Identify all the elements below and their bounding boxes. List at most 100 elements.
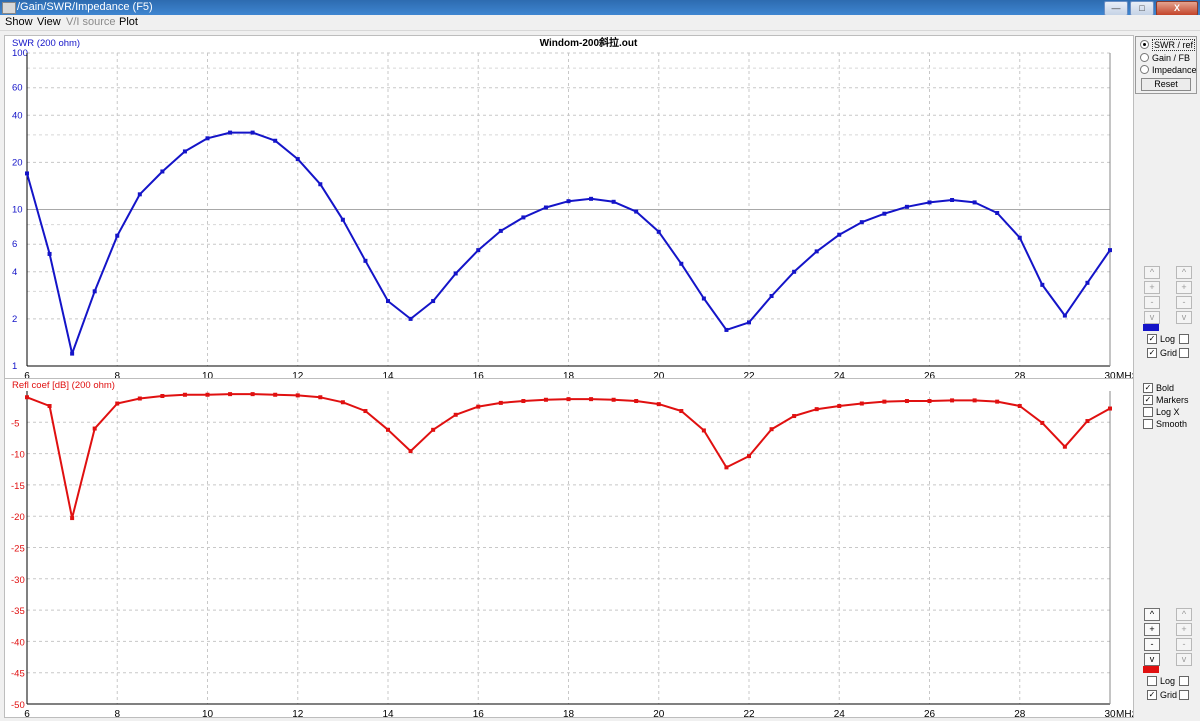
data-point <box>137 396 142 401</box>
maximize-button[interactable]: □ <box>1130 1 1154 16</box>
app-icon <box>2 2 16 14</box>
top-scale-plus-left[interactable]: + <box>1144 281 1160 294</box>
radio-impedance[interactable]: Impedance <box>1140 65 1197 76</box>
x-tick-label: 28 <box>1014 371 1026 378</box>
window-title: /Gain/SWR/Impedance (F5) <box>17 1 153 13</box>
data-point <box>566 199 571 204</box>
bottom-scale-minus-right[interactable]: - <box>1176 638 1192 651</box>
y-tick-label: 60 <box>12 83 23 94</box>
data-point <box>747 320 751 325</box>
top-scale-minus-right[interactable]: - <box>1176 296 1192 309</box>
x-tick-label: 8 <box>114 709 120 717</box>
top-scale-minus-left[interactable]: - <box>1144 296 1160 309</box>
x-tick-label: 20 <box>653 371 665 378</box>
data-point <box>904 399 909 404</box>
x-tick-label: 30 <box>1104 709 1116 717</box>
top-scale-down-left[interactable]: v <box>1144 311 1160 324</box>
swr-color-swatch[interactable] <box>1143 324 1159 331</box>
data-point <box>1062 444 1067 449</box>
x-tick-label: 22 <box>743 371 755 378</box>
mode-radio-group: SWR / ref Gain / FB Impedance Reset <box>1135 36 1197 94</box>
menu-show[interactable]: Show <box>5 15 33 30</box>
swr-plot-panel[interactable]: 681012141618202224262830MHz1246102040601… <box>4 35 1134 379</box>
swr-chart: 681012141618202224262830MHz1246102040601… <box>12 36 1133 378</box>
bottom-scale-up-left[interactable]: ^ <box>1144 608 1160 621</box>
top-log-checkbox-right[interactable] <box>1179 334 1189 344</box>
menu-vi-source: V/I source <box>66 16 116 28</box>
data-point <box>656 402 661 407</box>
radio-gain-fb-dot[interactable] <box>1140 53 1149 63</box>
data-point <box>701 296 706 301</box>
data-point <box>679 261 684 266</box>
bottom-scale-minus-left[interactable]: - <box>1144 638 1160 651</box>
data-point <box>1040 282 1045 287</box>
bottom-scale-down-left[interactable]: v <box>1144 653 1160 666</box>
y-tick-label: -30 <box>11 575 25 586</box>
data-point <box>250 392 255 397</box>
data-point <box>769 427 774 432</box>
top-scale-up-right[interactable]: ^ <box>1176 266 1192 279</box>
logx-checkbox[interactable] <box>1143 407 1153 417</box>
y-tick-label: -20 <box>11 512 25 523</box>
data-point <box>273 392 278 397</box>
y-tick-label: 6 <box>12 239 17 250</box>
bottom-scale-up-right[interactable]: ^ <box>1176 608 1192 621</box>
top-grid-checkbox-right[interactable] <box>1179 348 1189 358</box>
data-point <box>972 200 977 205</box>
markers-checkbox[interactable]: ✓ <box>1143 395 1153 405</box>
reset-button[interactable]: Reset <box>1141 78 1191 91</box>
bottom-log-checkbox[interactable] <box>1147 676 1157 686</box>
menu-plot[interactable]: Plot <box>119 15 138 30</box>
data-point <box>318 395 323 400</box>
radio-swr-ref-label: SWR / ref <box>1152 39 1196 51</box>
y-tick-label: 2 <box>12 314 17 325</box>
data-point <box>1108 248 1112 253</box>
data-point <box>318 182 323 187</box>
refl-plot-panel[interactable]: 6 8 10 12 14 16 18 20 22 24 26 28 30MHz -5 -10 -15 -20 -2… <box>4 378 1134 718</box>
data-point <box>115 233 120 238</box>
radio-swr-ref[interactable]: SWR / ref <box>1140 39 1196 51</box>
data-point <box>701 428 706 433</box>
top-scale-up-left[interactable]: ^ <box>1144 266 1160 279</box>
x-tick-label: 6 <box>24 709 30 717</box>
data-point <box>1085 280 1090 285</box>
data-point <box>1108 406 1112 411</box>
bottom-scale-plus-right[interactable]: + <box>1176 623 1192 636</box>
x-tick-label: 16 <box>473 709 485 717</box>
bottom-grid-checkbox[interactable]: ✓ <box>1147 690 1157 700</box>
top-scale-plus-right[interactable]: + <box>1176 281 1192 294</box>
data-point <box>724 327 729 332</box>
y-tick-label: 4 <box>12 267 17 278</box>
bottom-log-checkbox-right[interactable] <box>1179 676 1189 686</box>
bottom-grid-checkbox-right[interactable] <box>1179 690 1189 700</box>
radio-impedance-dot[interactable] <box>1140 65 1149 75</box>
x-tick-label: 14 <box>382 709 394 717</box>
data-point <box>769 294 774 299</box>
data-point <box>837 404 842 409</box>
x-unit-label: MHz <box>1116 709 1133 717</box>
data-point <box>995 399 1000 404</box>
data-point <box>340 217 345 222</box>
smooth-checkbox[interactable] <box>1143 419 1153 429</box>
chart-title: Windom-200斜拉.out <box>540 36 638 49</box>
close-button[interactable]: X <box>1156 1 1198 16</box>
window-titlebar: /Gain/SWR/Impedance (F5) — □ X <box>0 0 1200 16</box>
menu-view[interactable]: View <box>37 15 61 30</box>
data-point <box>431 299 436 304</box>
top-log-checkbox[interactable]: ✓ <box>1147 334 1157 344</box>
bottom-scale-down-right[interactable]: v <box>1176 653 1192 666</box>
bottom-scale-plus-left[interactable]: + <box>1144 623 1160 636</box>
data-point <box>543 205 548 210</box>
data-point <box>453 412 458 417</box>
data-point <box>814 407 819 412</box>
radio-swr-ref-dot[interactable] <box>1140 40 1149 50</box>
top-scale-down-right[interactable]: v <box>1176 311 1192 324</box>
refl-color-swatch[interactable] <box>1143 666 1159 673</box>
radio-gain-fb[interactable]: Gain / FB <box>1140 53 1190 64</box>
data-point <box>792 269 797 274</box>
data-point <box>747 454 751 459</box>
top-grid-checkbox[interactable]: ✓ <box>1147 348 1157 358</box>
minimize-button[interactable]: — <box>1104 1 1128 16</box>
bold-checkbox[interactable]: ✓ <box>1143 383 1153 393</box>
x-tick-label: 18 <box>563 709 575 717</box>
